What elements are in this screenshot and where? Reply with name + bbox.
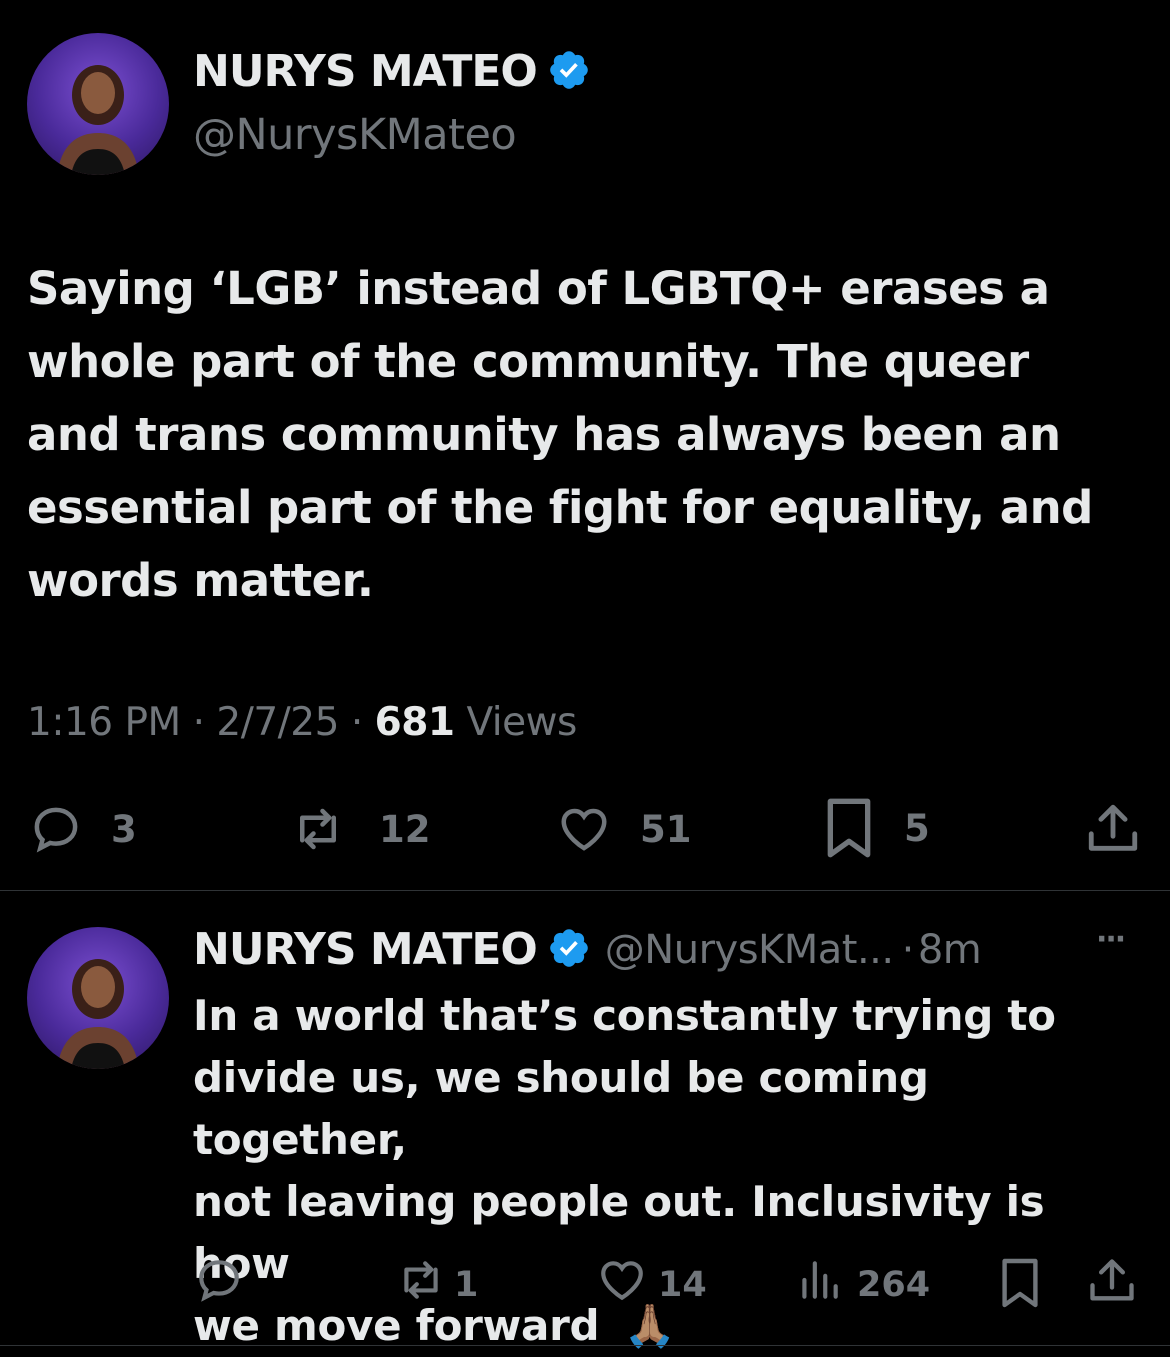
reply-share-button[interactable] — [1086, 1255, 1138, 1316]
tweet-text-line: essential part of the fight for equality… — [27, 481, 1093, 534]
bookmark-count: 5 — [904, 806, 930, 850]
heart-icon — [554, 802, 614, 856]
avatar[interactable] — [27, 33, 169, 175]
reply-button[interactable]: 3 — [27, 802, 137, 856]
reply-author-handle[interactable]: @NurysKMat... — [605, 927, 894, 973]
repost-count: 12 — [379, 807, 431, 851]
reply-avatar[interactable] — [27, 927, 169, 1069]
bookmark-icon — [822, 796, 876, 860]
share-button[interactable] — [1084, 800, 1142, 858]
tweet-text-line: words matter. — [27, 554, 374, 607]
bookmark-icon — [998, 1256, 1042, 1319]
verified-badge-icon — [547, 926, 591, 974]
reply-icon — [27, 802, 85, 856]
reply-reply-button[interactable] — [193, 1255, 245, 1314]
like-count: 51 — [640, 807, 692, 851]
bookmark-button[interactable]: 5 — [822, 796, 930, 860]
reply-author-name[interactable]: NURYS MATEO — [193, 924, 538, 975]
tweet-text: Saying ‘LGB’ instead of LGBTQ+ erases a … — [27, 252, 1147, 617]
repost-button[interactable]: 12 — [285, 802, 431, 856]
reply-views-count: 264 — [857, 1264, 931, 1305]
reply-separator: · — [901, 926, 915, 973]
tweet-text-line: Saying ‘LGB’ instead of LGBTQ+ erases a — [27, 262, 1050, 315]
repost-icon — [285, 802, 351, 856]
heart-icon — [596, 1255, 648, 1314]
reply-bookmark-button[interactable] — [998, 1256, 1042, 1319]
share-icon — [1086, 1255, 1138, 1316]
reply-header: NURYS MATEO @NurysKMat... · 8m — [193, 924, 982, 975]
author-handle[interactable]: @NurysKMateo — [193, 110, 517, 160]
analytics-icon — [797, 1255, 841, 1314]
more-options-icon[interactable]: ··· — [1096, 922, 1126, 957]
reply-repost-button[interactable]: 1 — [392, 1255, 478, 1314]
views-count: 681 — [374, 700, 455, 745]
reply-like-button[interactable]: 14 — [596, 1255, 707, 1314]
reply-text-line: In a world that’s constantly trying to — [193, 991, 1056, 1040]
divider — [0, 890, 1170, 891]
verified-badge-icon — [547, 48, 591, 96]
reply-count: 3 — [111, 807, 137, 851]
tweet-text-line: whole part of the community. The queer — [27, 335, 1029, 388]
tweet-meta: 1:16 PM · 2/7/25 · 681 Views — [27, 700, 577, 745]
author-name-row: NURYS MATEO — [193, 46, 591, 97]
author-name[interactable]: NURYS MATEO — [193, 46, 538, 97]
reply-icon — [193, 1255, 245, 1314]
repost-icon — [392, 1255, 450, 1314]
meta-separator: · — [192, 700, 205, 745]
views-label: Views — [466, 700, 577, 745]
meta-separator: · — [350, 700, 363, 745]
reply-age[interactable]: 8m — [918, 927, 982, 973]
reply-repost-count: 1 — [454, 1264, 479, 1305]
tweet-time[interactable]: 1:16 PM — [27, 700, 181, 745]
reply-like-count: 14 — [658, 1264, 707, 1305]
reply-views-button[interactable]: 264 — [797, 1255, 930, 1314]
reply-text-line: divide us, we should be coming together, — [193, 1053, 929, 1164]
share-icon — [1084, 800, 1142, 858]
tweet-date[interactable]: 2/7/25 — [216, 700, 339, 745]
divider — [0, 1345, 1170, 1346]
like-button[interactable]: 51 — [554, 802, 692, 856]
tweet-text-line: and trans community has always been an — [27, 408, 1061, 461]
